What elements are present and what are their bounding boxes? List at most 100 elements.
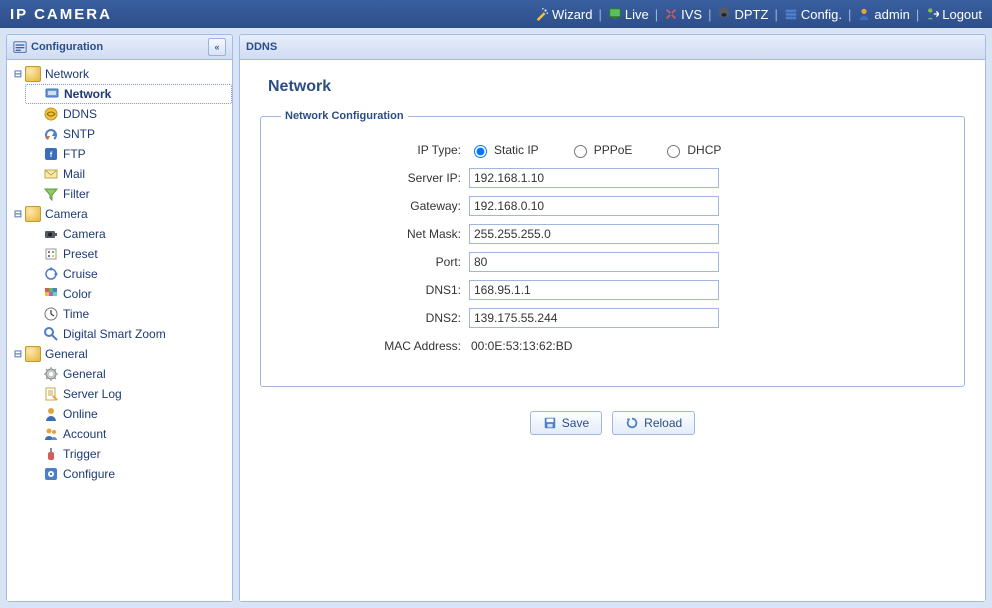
logout-icon [925,7,939,21]
tree-item-label: Camera [63,227,106,241]
tree-item-icon [43,306,59,322]
tree-item-digital-smart-zoom[interactable]: ·Digital Smart Zoom [25,324,232,344]
main-header: DDNS [240,35,985,60]
tree-folder-general[interactable]: ⊟General [7,344,232,364]
tree-item-label: Preset [63,247,98,261]
config-tree: ⊟Network·Network·DDNS·SNTP·fFTP·Mail·Fil… [7,60,232,601]
tree-item-network[interactable]: ·Network [25,84,232,104]
nav-config[interactable]: Config. [784,7,842,22]
tree-item-label: SNTP [63,127,95,141]
tree-item-time[interactable]: ·Time [25,304,232,324]
label-ip-type: IP Type: [281,143,469,157]
wand-icon [535,7,549,21]
row-dns2: DNS2: [281,304,944,332]
tree-item-preset[interactable]: ·Preset [25,244,232,264]
tree-item-label: Network [64,87,111,101]
row-mac: MAC Address: 00:0E:53:13:62:BD [281,332,944,360]
label-net-mask: Net Mask: [281,227,469,241]
tree-item-server-log[interactable]: ·Server Log [25,384,232,404]
folder-open-icon [25,66,41,82]
folder-open-icon [25,206,41,222]
reload-button[interactable]: Reload [612,411,695,435]
tree-item-icon [43,386,59,402]
tree-item-camera[interactable]: ·Camera [25,224,232,244]
main-panel-title: DDNS [246,41,277,53]
collapse-button[interactable]: « [208,38,226,56]
row-net-mask: Net Mask: [281,220,944,248]
radio-pppoe[interactable]: PPPoE [569,142,633,158]
label-mac: MAC Address: [281,339,469,353]
nav-ivs[interactable]: IVS [664,7,702,22]
value-mac: 00:0E:53:13:62:BD [469,339,944,353]
tree-item-online[interactable]: ·Online [25,404,232,424]
content-body: Network Network Configuration IP Type: S… [240,60,985,601]
sidebar-title: Configuration [31,41,103,53]
input-server-ip[interactable] [469,168,719,188]
tree-item-label: DDNS [63,107,97,121]
tree-item-ftp[interactable]: ·fFTP [25,144,232,164]
input-dns1[interactable] [469,280,719,300]
input-gateway[interactable] [469,196,719,216]
tree-item-icon [43,126,59,142]
group-legend: Network Configuration [281,110,408,122]
radio-dhcp[interactable]: DHCP [662,142,721,158]
tree-item-icon [43,226,59,242]
tree-item-icon [43,286,59,302]
tree-item-filter[interactable]: ·Filter [25,184,232,204]
label-server-ip: Server IP: [281,171,469,185]
tree-item-sntp[interactable]: ·SNTP [25,124,232,144]
tree-item-icon [43,406,59,422]
input-port[interactable] [469,252,719,272]
tree-item-ddns[interactable]: ·DDNS [25,104,232,124]
input-dns2[interactable] [469,308,719,328]
input-net-mask[interactable] [469,224,719,244]
folder-open-icon [25,346,41,362]
radio-static-ip[interactable]: Static IP [469,142,539,158]
ip-type-radio-group: Static IP PPPoE DHCP [469,142,944,158]
tree-item-general[interactable]: ·General [25,364,232,384]
nav-live[interactable]: Live [608,7,649,22]
tree-item-label: Mail [63,167,85,181]
expand-toggle-icon[interactable]: ⊟ [11,69,25,80]
save-icon [543,416,557,430]
nav-dptz[interactable]: DPTZ [717,7,768,22]
workspace: Configuration « ⊟Network·Network·DDNS·SN… [0,28,992,608]
row-gateway: Gateway: [281,192,944,220]
tree-folder-network[interactable]: ⊟ Network [7,64,232,84]
tree-item-icon [43,366,59,382]
sidebar-header: Configuration « [7,35,232,60]
tree-item-label: Time [63,307,89,321]
tree-item-icon: f [43,146,59,162]
tree-folder-camera[interactable]: ⊟Camera [7,204,232,224]
tree-item-label: Trigger [63,447,101,461]
dome-camera-icon [717,7,731,21]
app-title: IP CAMERA [10,6,112,23]
save-button[interactable]: Save [530,411,602,435]
sidebar-panel: Configuration « ⊟Network·Network·DDNS·SN… [6,34,233,602]
row-ip-type: IP Type: Static IP PPPoE DHCP [281,136,944,164]
row-dns1: DNS1: [281,276,944,304]
settings-icon [784,7,798,21]
tree-item-icon [43,166,59,182]
tree-item-configure[interactable]: ·Configure [25,464,232,484]
main-panel: DDNS Network Network Configuration IP Ty… [239,34,986,602]
row-server-ip: Server IP: [281,164,944,192]
network-config-group: Network Configuration IP Type: Static IP… [260,110,965,387]
tree-item-icon [43,466,59,482]
expand-toggle-icon[interactable]: ⊟ [11,349,25,360]
expand-toggle-icon[interactable]: ⊟ [11,209,25,220]
tree-item-label: Online [63,407,98,421]
tree-item-label: Server Log [63,387,122,401]
tree-folder-label: Network [45,67,89,81]
nav-admin[interactable]: admin [857,7,909,22]
tree-item-account[interactable]: ·Account [25,424,232,444]
tree-item-cruise[interactable]: ·Cruise [25,264,232,284]
tree-item-mail[interactable]: ·Mail [25,164,232,184]
tree-item-icon [43,326,59,342]
label-dns2: DNS2: [281,311,469,325]
tree-item-color[interactable]: ·Color [25,284,232,304]
monitor-icon [608,7,622,21]
nav-wizard[interactable]: Wizard [535,7,592,22]
tree-item-trigger[interactable]: ·Trigger [25,444,232,464]
nav-logout[interactable]: Logout [925,7,982,22]
